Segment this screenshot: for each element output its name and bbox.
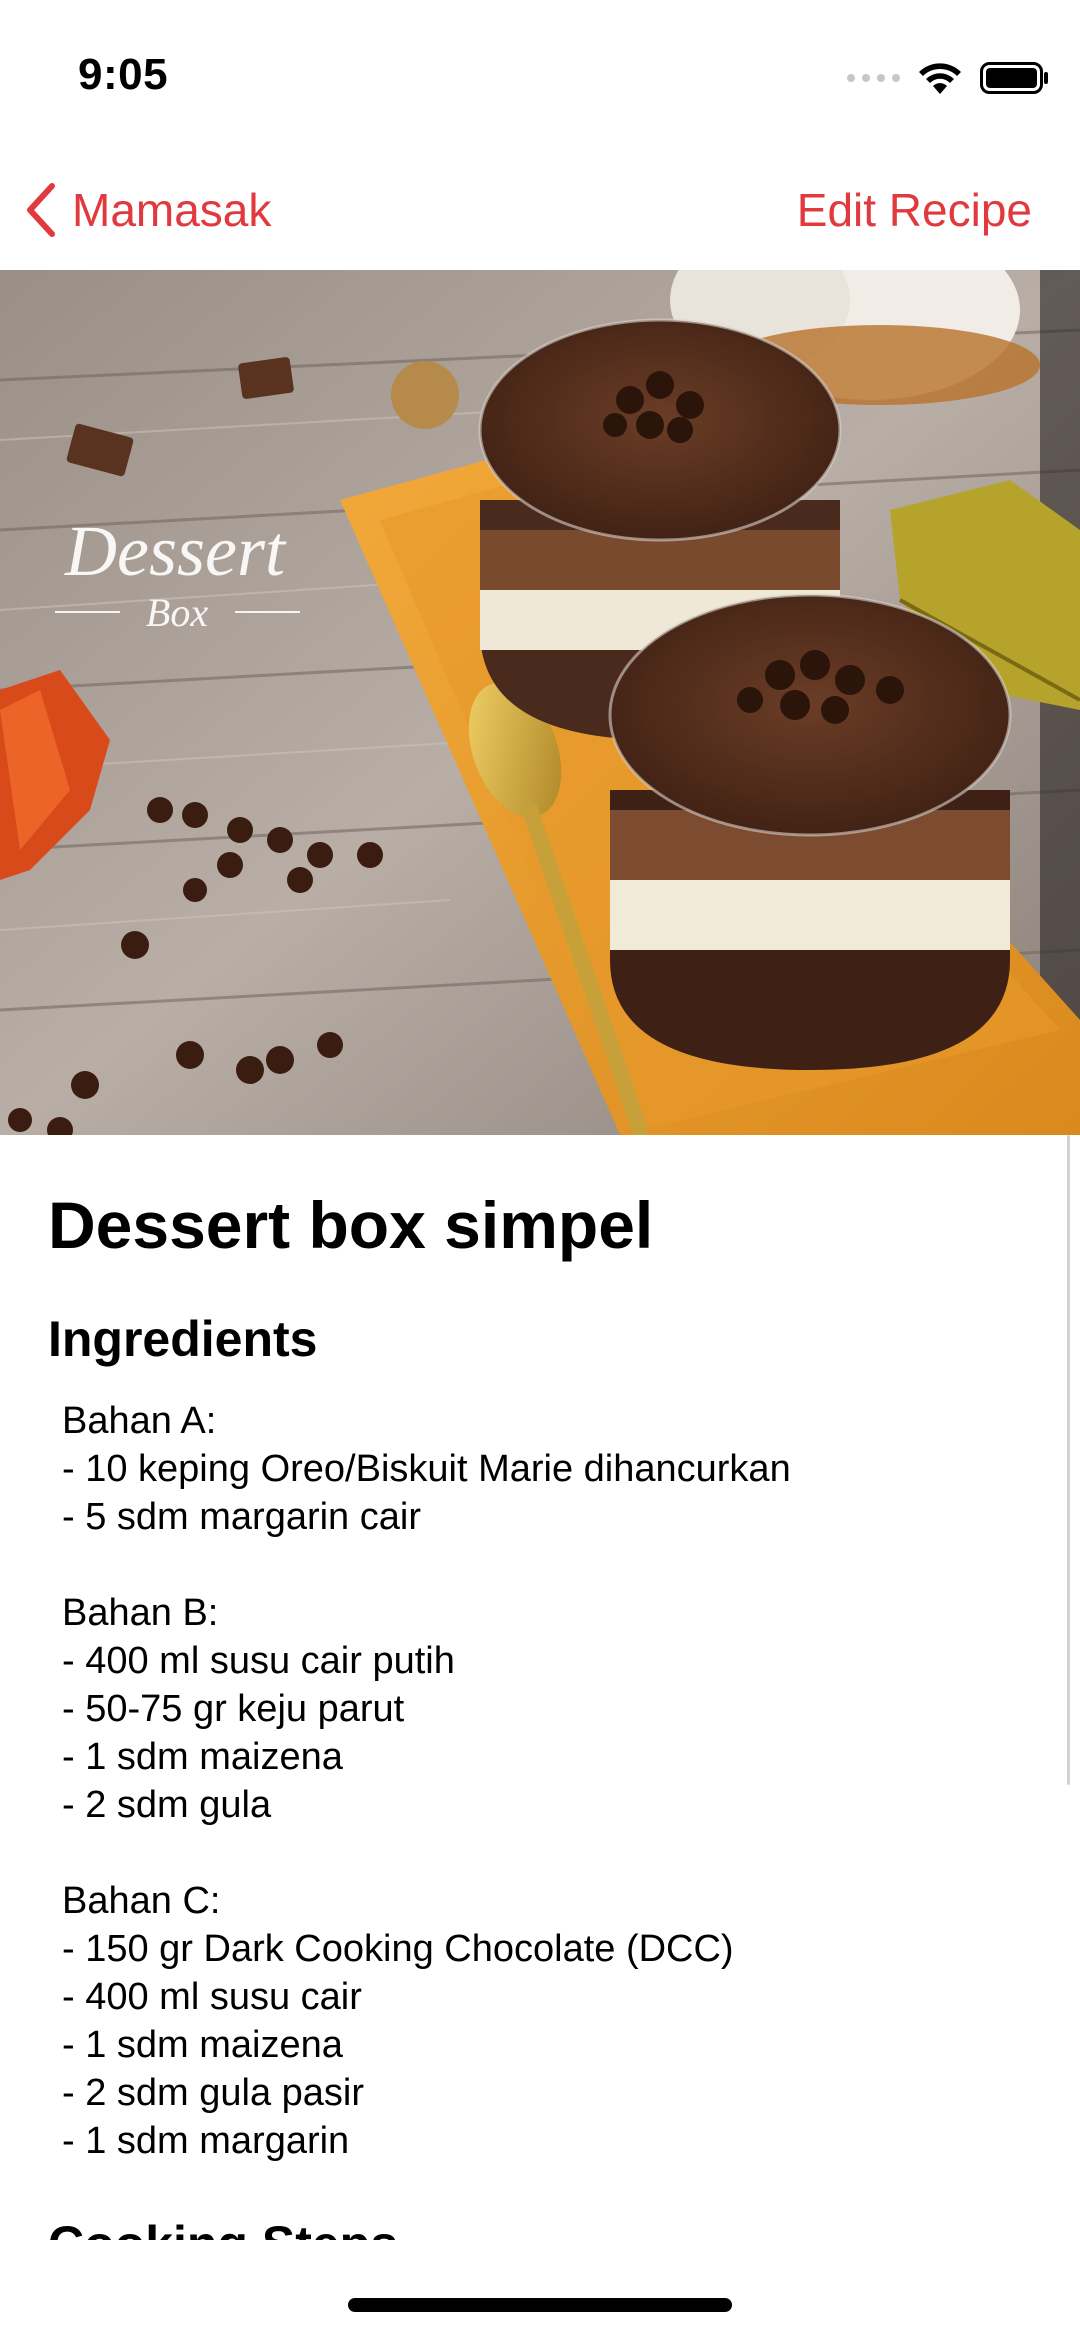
ingredients-heading: Ingredients [48,1311,318,1367]
status-icons [847,58,1050,98]
watermark-dessert: Dessert [64,511,287,591]
home-indicator[interactable] [348,2298,732,2312]
watermark-box: Box [146,590,208,635]
ingredients-list: Bahan A: - 10 keping Oreo/Biskuit Marie … [62,1400,791,2162]
back-button[interactable]: Mamasak [22,178,271,242]
back-button-label: Mamasak [72,184,272,236]
cooking-steps-heading: Cooking Steps [48,2215,398,2240]
scroll-indicator[interactable] [1067,1135,1070,1785]
battery-icon [980,62,1048,94]
wifi-icon [919,63,961,94]
navigation-bar: Mamasak Edit Recipe [0,150,1080,270]
status-bar: 9:05 [0,0,1080,150]
recipe-content[interactable]: Dessert box simpel Ingredients Bahan A: … [0,1135,1080,2240]
chevron-left-icon [27,183,55,237]
edit-recipe-button[interactable]: Edit Recipe [797,178,1032,242]
cellular-signal-icon [847,74,900,82]
status-time: 9:05 [78,50,169,99]
recipe-photo: Dessert Box [0,270,1080,1135]
recipe-title: Dessert box simpel [48,1188,654,1262]
